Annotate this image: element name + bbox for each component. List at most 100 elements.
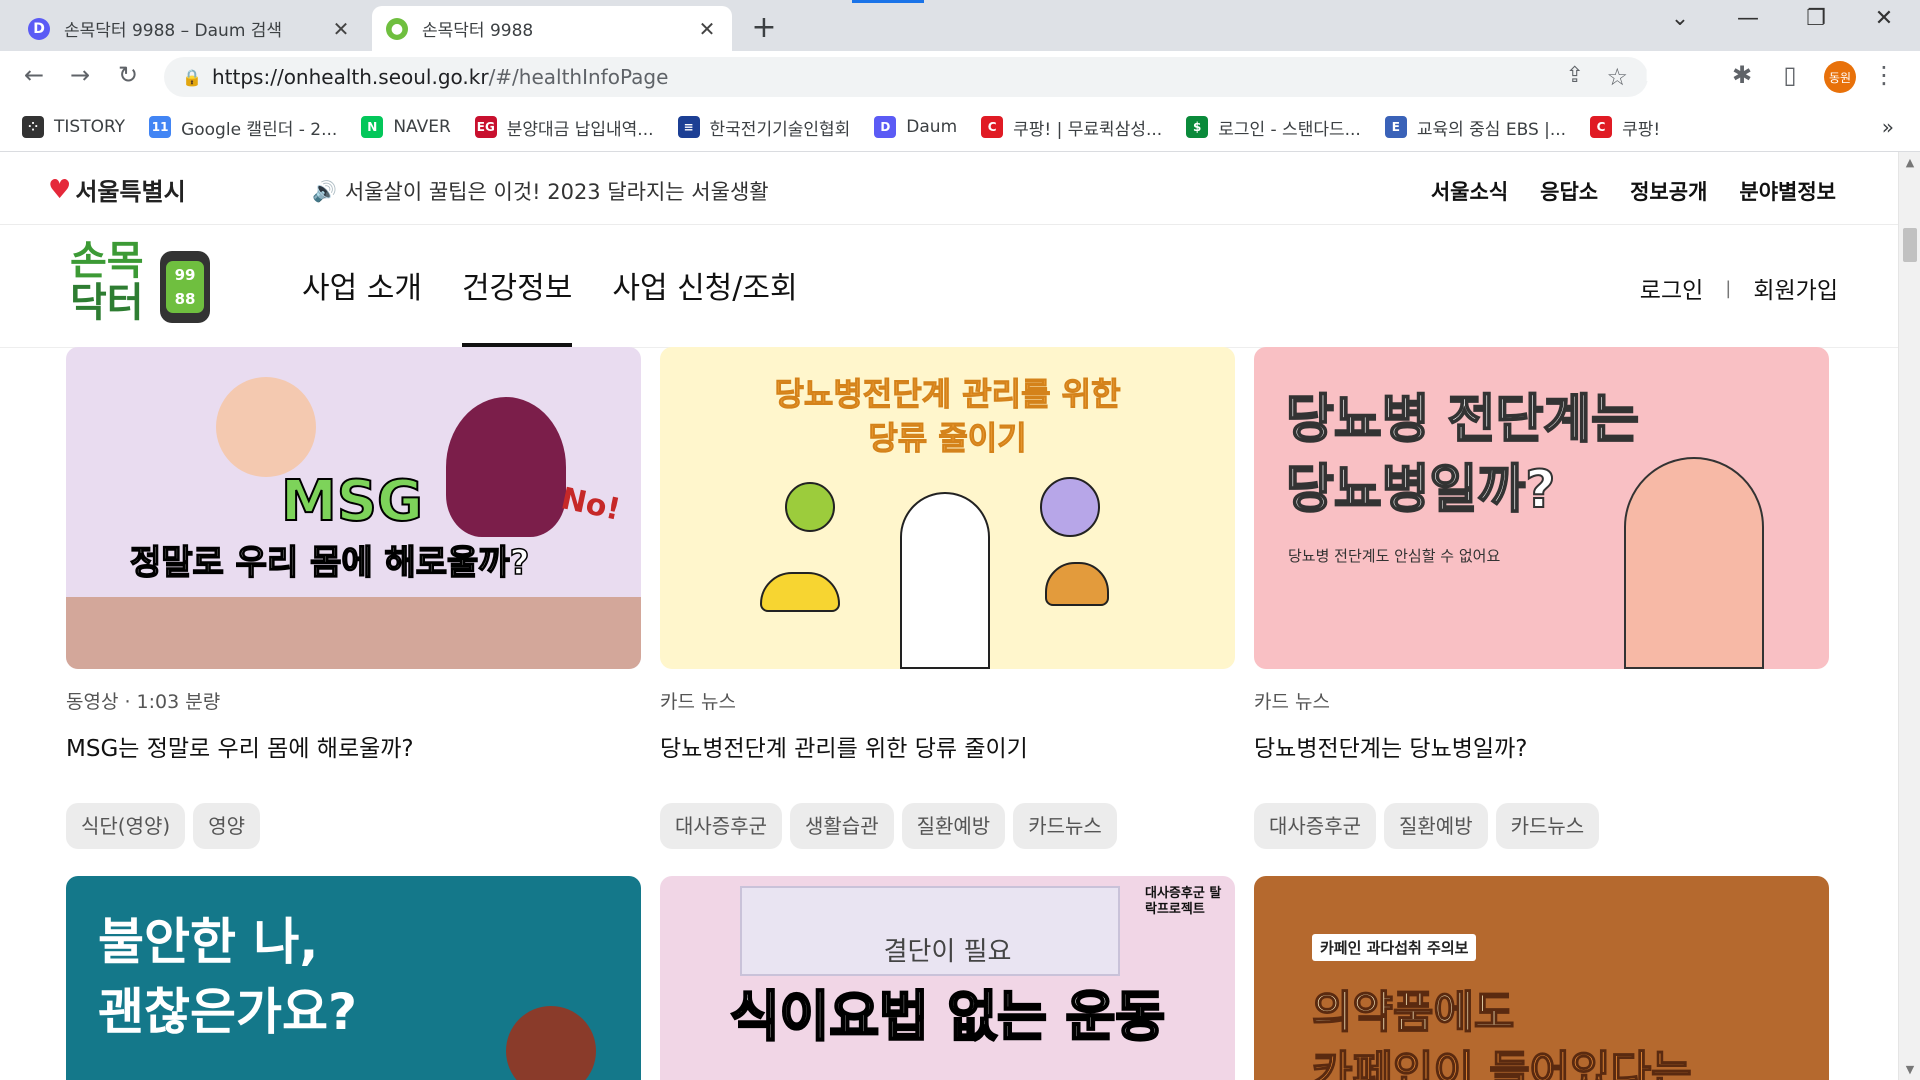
minimize-icon[interactable]: — — [1728, 6, 1768, 31]
bookmark-item[interactable]: D Daum — [874, 116, 957, 138]
person-illustration — [900, 492, 990, 669]
tag-list: 식단(영양) 영양 — [66, 803, 261, 849]
bookmark-label: 분양대금 납입내역... — [506, 119, 654, 140]
tag-chip[interactable]: 카드뉴스 — [1013, 803, 1117, 849]
side-panel-icon[interactable]: ▯ — [1770, 61, 1810, 89]
bookmark-label: Daum — [906, 117, 958, 137]
main-navigation: 사업 소개 건강정보 사업 신청/조회 — [282, 263, 818, 348]
tag-chip[interactable]: 질환예방 — [1384, 803, 1488, 849]
bookmark-favicon-icon: EG — [474, 116, 497, 138]
table-graphic — [66, 597, 641, 669]
bookmark-item[interactable]: 11 Google 캘린더 - 2... — [149, 115, 337, 140]
tag-chip[interactable]: 식단(영양) — [66, 803, 186, 849]
card-title[interactable]: 당뇨병전단계는 당뇨병일까? — [1254, 729, 1527, 763]
nav-health-info[interactable]: 건강정보 — [442, 263, 592, 348]
banana-icon — [760, 572, 840, 612]
new-tab-icon[interactable]: + — [748, 10, 780, 45]
gov-menu-item[interactable]: 서울소식 — [1431, 176, 1508, 206]
restore-icon[interactable]: ❐ — [1796, 6, 1836, 31]
bookmark-favicon-icon: C — [981, 116, 1004, 138]
card-meta: 카드 뉴스 — [1254, 691, 1330, 713]
browser-menu-icon[interactable]: ⋮ — [1872, 61, 1896, 89]
close-tab-icon[interactable]: ✕ — [330, 17, 352, 41]
bookmark-label: NAVER — [393, 117, 451, 137]
tab-search-icon[interactable]: ⌄ — [1660, 6, 1700, 31]
card-title[interactable]: 당뇨병전단계 관리를 위한 당류 줄이기 — [660, 729, 1028, 763]
bookmark-item[interactable]: N NAVER — [361, 116, 451, 138]
bookmark-item[interactable]: ⁘ TISTORY — [22, 116, 125, 138]
bookmark-label: Google 캘린더 - 2... — [181, 119, 338, 140]
card-thumbnail[interactable]: 결단이 필요 식이요법 없는 운동 대사증후군 탈락프로젝트 — [660, 876, 1235, 1080]
tag-chip[interactable]: 생활습관 — [790, 803, 894, 849]
tag-chip[interactable]: 대사증후군 — [660, 803, 782, 849]
card-thumbnail[interactable]: 당뇨병전단계 관리를 위한 당류 줄이기 — [660, 347, 1235, 669]
tag-chip[interactable]: 대사증후군 — [1254, 803, 1376, 849]
wrist-doctor-logo[interactable]: 손목 닥터 99 88 — [48, 239, 218, 331]
close-window-icon[interactable]: ✕ — [1864, 6, 1904, 31]
reload-icon[interactable]: ↻ — [108, 61, 148, 89]
forward-icon[interactable]: → — [60, 61, 100, 89]
gov-menu-item[interactable]: 정보공개 — [1630, 176, 1707, 206]
browser-tab-active[interactable]: ● 손목닥터 9988 ✕ — [372, 6, 732, 51]
signup-link[interactable]: 회원가입 — [1753, 271, 1838, 305]
bookmark-item[interactable]: E 교육의 중심 EBS |... — [1384, 115, 1566, 140]
more-bookmarks-icon[interactable]: » — [1882, 115, 1894, 139]
nav-apply-lookup[interactable]: 사업 신청/조회 — [592, 263, 817, 348]
bookmark-favicon-icon: $ — [1186, 116, 1209, 138]
scrollbar-thumb[interactable] — [1903, 228, 1917, 262]
profile-avatar[interactable]: 동원 — [1824, 61, 1856, 93]
anxious-person-illustration — [506, 1006, 596, 1080]
url-text[interactable]: https://onhealth.seoul.go.kr/#/healthInf… — [212, 65, 668, 89]
lock-icon: 🔒 — [182, 67, 202, 87]
bookmark-favicon-icon: 11 — [149, 116, 172, 138]
address-bar[interactable]: 🔒 https://onhealth.seoul.go.kr/#/healthI… — [164, 57, 1648, 97]
bookmark-favicon-icon: ≡ — [677, 116, 700, 138]
web-page: ♥ 서울특별시 🔊 서울살이 꿀팁은 이것! 2023 달라지는 서울생활 서울… — [0, 152, 1898, 1080]
share-icon[interactable]: ⇪ — [1566, 63, 1584, 88]
nav-business-intro[interactable]: 사업 소개 — [282, 263, 442, 348]
card-title[interactable]: MSG는 정말로 우리 몸에 해로울까? — [66, 729, 414, 763]
tab-title: 손목닥터 9988 — [422, 21, 534, 41]
caffeine-label: 카페인 과다섭취 주의보 — [1312, 934, 1477, 961]
health-icon: ● — [386, 17, 408, 40]
tag-chip[interactable]: 카드뉴스 — [1495, 803, 1600, 849]
scroll-up-icon[interactable]: ▲ — [1899, 156, 1920, 169]
tag-list: 대사증후군 질환예방 카드뉴스 — [1254, 803, 1600, 849]
card-thumbnail[interactable]: 카페인 과다섭취 주의보 의약품에도 카페인이 들어있다는 — [1254, 876, 1829, 1080]
seoul-logo[interactable]: ♥ 서울특별시 — [48, 172, 186, 207]
bookmark-favicon-icon: C — [1590, 116, 1613, 138]
card-thumbnail[interactable]: 불안한 나, 괜찮은가요? — [66, 876, 641, 1080]
page-scrollbar[interactable]: ▲ ▼ — [1898, 152, 1920, 1080]
tab-title: 손목닥터 9988 – Daum 검색 — [64, 21, 283, 41]
apple-icon — [785, 482, 835, 532]
donut-icon — [1040, 477, 1100, 537]
bookmark-favicon-icon: D — [874, 116, 897, 138]
bookmark-item[interactable]: $ 로그인 - 스탠다드... — [1186, 115, 1361, 140]
card-thumbnail[interactable]: 당뇨병 전단계는 당뇨병일까? 당뇨병 전단계도 안심할 수 없어요 — [1254, 347, 1829, 669]
extensions-puzzle-icon[interactable]: ✱ — [1722, 61, 1762, 89]
login-link[interactable]: 로그인 — [1640, 271, 1703, 305]
gov-menu-item[interactable]: 분야별정보 — [1739, 176, 1836, 206]
bookmark-item[interactable]: C 쿠팡! | 무료퀵삼성... — [981, 115, 1162, 140]
card-meta: 동영상 · 1:03 분량 — [66, 691, 221, 713]
bookmark-star-icon[interactable]: ☆ — [1606, 63, 1628, 91]
bookmark-label: 쿠팡! — [1622, 119, 1661, 140]
tag-chip[interactable]: 질환예방 — [901, 803, 1006, 849]
tag-chip[interactable]: 영양 — [193, 803, 261, 849]
bookmark-item[interactable]: EG 분양대금 납입내역... — [474, 115, 654, 140]
bookmark-label: 로그인 - 스탠다드... — [1218, 119, 1361, 140]
close-tab-icon[interactable]: ✕ — [696, 17, 718, 41]
extension-i-icon[interactable]: I — [1634, 63, 1662, 91]
bookmark-item[interactable]: C 쿠팡! — [1590, 115, 1660, 140]
browser-tab-daum[interactable]: D 손목닥터 9988 – Daum 검색 ✕ — [14, 6, 366, 51]
divider: | — [1725, 277, 1732, 299]
bookmark-item[interactable]: ≡ 한국전기기술인협회 — [677, 115, 850, 140]
back-icon[interactable]: ← — [14, 61, 54, 89]
smartwatch-icon: 99 88 — [160, 251, 210, 323]
extension-ex-icon[interactable]: EX — [1680, 63, 1708, 91]
bookmark-label: TISTORY — [54, 117, 126, 137]
scroll-down-icon[interactable]: ▼ — [1899, 1063, 1920, 1076]
notice-ticker[interactable]: 🔊 서울살이 꿀팁은 이것! 2023 달라지는 서울생활 — [312, 176, 769, 206]
gov-menu-item[interactable]: 응답소 — [1540, 176, 1598, 206]
card-thumbnail[interactable]: MSG 정말로 우리 몸에 해로울까? No! — [66, 347, 641, 669]
